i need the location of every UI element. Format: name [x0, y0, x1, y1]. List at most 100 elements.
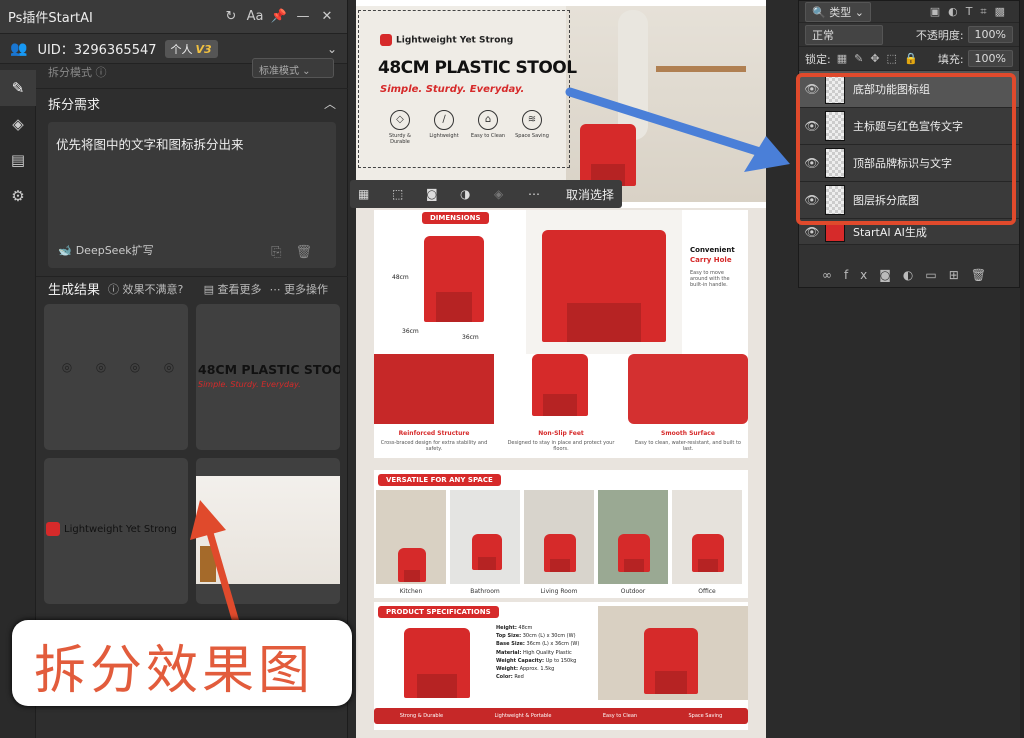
feature-lightweight: ∕ Lightweight — [424, 110, 464, 139]
more-icon[interactable]: ⋯ — [528, 187, 562, 201]
history-icon[interactable]: ⎘ — [271, 245, 295, 260]
blend-row: 正常 不透明度: 100% — [799, 23, 1019, 47]
result-tile-headline[interactable]: 48CM PLASTIC STOOL Simple. Sturdy. Every… — [196, 304, 340, 450]
room-label: Outdoor — [620, 588, 646, 595]
chevron-down-icon[interactable]: ⌄ — [327, 42, 337, 56]
gear-icon[interactable]: ⚙ — [0, 178, 36, 214]
edit-icon[interactable]: ✎ — [0, 70, 36, 106]
features-card: Reinforced Structure Cross-braced design… — [374, 354, 748, 458]
spec-row: Weight: Approx. 1.5kg — [496, 666, 555, 673]
new-layer-icon[interactable]: ⊞ — [949, 268, 971, 282]
versatile-card: VERSATILE FOR ANY SPACE Kitchen Bathroom… — [374, 470, 748, 598]
folder-icon[interactable]: ▭ — [925, 268, 948, 282]
mode-select[interactable]: 标准模式 ⌄ — [252, 58, 334, 78]
lock-icons[interactable]: ▦✎✥⬚🔒 — [837, 52, 925, 65]
fx-icon[interactable]: fx — [844, 268, 879, 282]
spec-row: Weight Capacity: Up to 150kg — [496, 657, 577, 664]
workspace-edge — [1020, 0, 1024, 738]
annotation-label: 拆分效果图 — [12, 620, 352, 706]
specs-photo — [598, 606, 748, 700]
plan-badge[interactable]: 个人 V3 — [164, 39, 218, 58]
tile-brand: Lightweight Yet Strong — [46, 522, 177, 536]
carry-label: Carry Hole — [690, 256, 732, 264]
delete-icon[interactable]: 🗑 — [971, 268, 998, 282]
feature-desc-3: Easy to clean, water-resistant, and buil… — [635, 440, 741, 452]
tile-headline: 48CM PLASTIC STOOL — [198, 362, 340, 377]
more-ops-link[interactable]: ⋯ 更多操作 — [270, 281, 329, 297]
specs-title: PRODUCT SPECIFICATIONS — [378, 606, 499, 618]
font-size-icon[interactable]: Aa — [243, 9, 267, 24]
icons-layer-preview: ◎ ◎ ◎ ◎ — [61, 360, 175, 374]
mask-add-icon[interactable]: ◙ — [879, 268, 903, 282]
result-tile-icons[interactable]: ◎ ◎ ◎ ◎ — [44, 304, 188, 450]
mask-icon[interactable]: ◙ — [426, 187, 460, 201]
feature-photo-2 — [500, 354, 622, 424]
document-icon[interactable]: ▤ — [0, 142, 36, 178]
unsatisfied-link[interactable]: ⓘ 效果不满意? — [108, 281, 183, 297]
filter-icons[interactable]: ▣◐T⌗▩ — [930, 5, 1013, 19]
stack-icon: ≋ — [522, 110, 542, 130]
opacity-label: 不透明度: — [915, 28, 964, 42]
spec-row: Color: Red — [496, 674, 524, 681]
req-section-title: 拆分需求 — [48, 98, 101, 113]
link-icon[interactable]: ∞ — [822, 268, 844, 282]
shield-icon: ◇ — [390, 110, 410, 130]
spec-row: Base Size: 36cm (L) x 36cm (W) — [496, 641, 580, 648]
result-header: 生成结果 ⓘ 效果不满意? ▤ 查看更多 ⋯ 更多操作 — [36, 276, 348, 300]
dim-width-b: 36cm — [462, 334, 479, 341]
eye-icon[interactable]: 👁 — [799, 225, 825, 239]
transform-icon[interactable]: ⬚ — [392, 187, 426, 201]
feature-clean: ⌂ Easy to Clean — [468, 110, 508, 139]
select-subject-icon[interactable]: ▦ — [358, 187, 392, 201]
feature-desc-1: Cross-braced design for extra stability … — [380, 440, 488, 452]
fill-label: 填充: — [937, 52, 964, 66]
room-label: Office — [698, 588, 716, 595]
deepseek-label: DeepSeek扩写 — [75, 244, 154, 257]
dim-width-a: 36cm — [402, 328, 419, 335]
trash-icon[interactable]: 🗑 — [295, 245, 326, 260]
adjust-icon[interactable]: ◑ — [460, 187, 494, 201]
feature-photo-1 — [374, 354, 494, 424]
result-title: 生成结果 — [48, 283, 101, 298]
requirement-textarea[interactable]: 优先将图中的文字和图标拆分出来 🐋 DeepSeek扩写 ⎘🗑 — [48, 122, 336, 268]
adjustment-icon[interactable]: ◐ — [903, 268, 925, 282]
convenient-label: Convenient — [690, 246, 735, 254]
chevron-up-icon[interactable]: ︿ — [324, 95, 336, 112]
result-tile-brand[interactable]: Lightweight Yet Strong — [44, 458, 188, 604]
brand-logo-icon — [380, 34, 392, 46]
home-icon: ⌂ — [478, 110, 498, 130]
bottom-feature: Easy to Clean — [602, 713, 638, 719]
feather-icon: ∕ — [434, 110, 454, 130]
req-actions: ⎘🗑 — [271, 245, 326, 260]
deepseek-button[interactable]: 🐋 DeepSeek扩写 — [58, 242, 154, 258]
layer-actions: ∞ fx ◙ ◐ ▭ ⊞ 🗑 — [799, 263, 1021, 287]
users-icon: 👥 — [10, 40, 28, 57]
filter-select[interactable]: 🔍 类型 ⌄ — [805, 1, 871, 22]
feature-title-1: Reinforced Structure — [398, 430, 470, 437]
room-label: Kitchen — [399, 588, 423, 595]
close-icon[interactable]: ✕ — [315, 9, 339, 24]
refresh-icon[interactable]: ↻ — [219, 9, 243, 24]
opacity-input[interactable]: 100% — [967, 26, 1013, 43]
lock-row: 锁定: ▦✎✥⬚🔒 填充: 100% — [799, 47, 1019, 71]
blend-mode-select[interactable]: 正常 — [805, 24, 883, 45]
deepseek-icon: 🐋 — [58, 244, 72, 257]
layers-icon[interactable]: ◈ — [0, 106, 36, 142]
minimize-icon[interactable]: — — [291, 9, 315, 24]
deselect-button[interactable]: 取消选择 — [566, 186, 614, 203]
lock-label: 锁定: — [805, 52, 831, 66]
feature-title-3: Smooth Surface — [661, 430, 715, 437]
req-section-header[interactable]: 拆分需求 ︿ — [36, 88, 348, 118]
fill-input[interactable]: 100% — [967, 50, 1013, 67]
view-more-link[interactable]: ▤ 查看更多 — [204, 281, 262, 297]
bottom-feature: Space Saving — [688, 713, 723, 719]
specs-stool — [404, 628, 470, 698]
room-bathroom — [450, 490, 520, 584]
pin-icon[interactable]: 📌 — [267, 9, 291, 24]
blue-arrow — [565, 87, 790, 172]
feature-desc-2: Designed to stay in place and protect yo… — [507, 440, 615, 452]
versatile-title: VERSATILE FOR ANY SPACE — [378, 474, 501, 486]
room-label: Living Room — [540, 588, 578, 595]
fill-icon[interactable]: ◈ — [494, 187, 528, 201]
spec-row: Top Size: 30cm (L) x 30cm (W) — [496, 633, 576, 640]
